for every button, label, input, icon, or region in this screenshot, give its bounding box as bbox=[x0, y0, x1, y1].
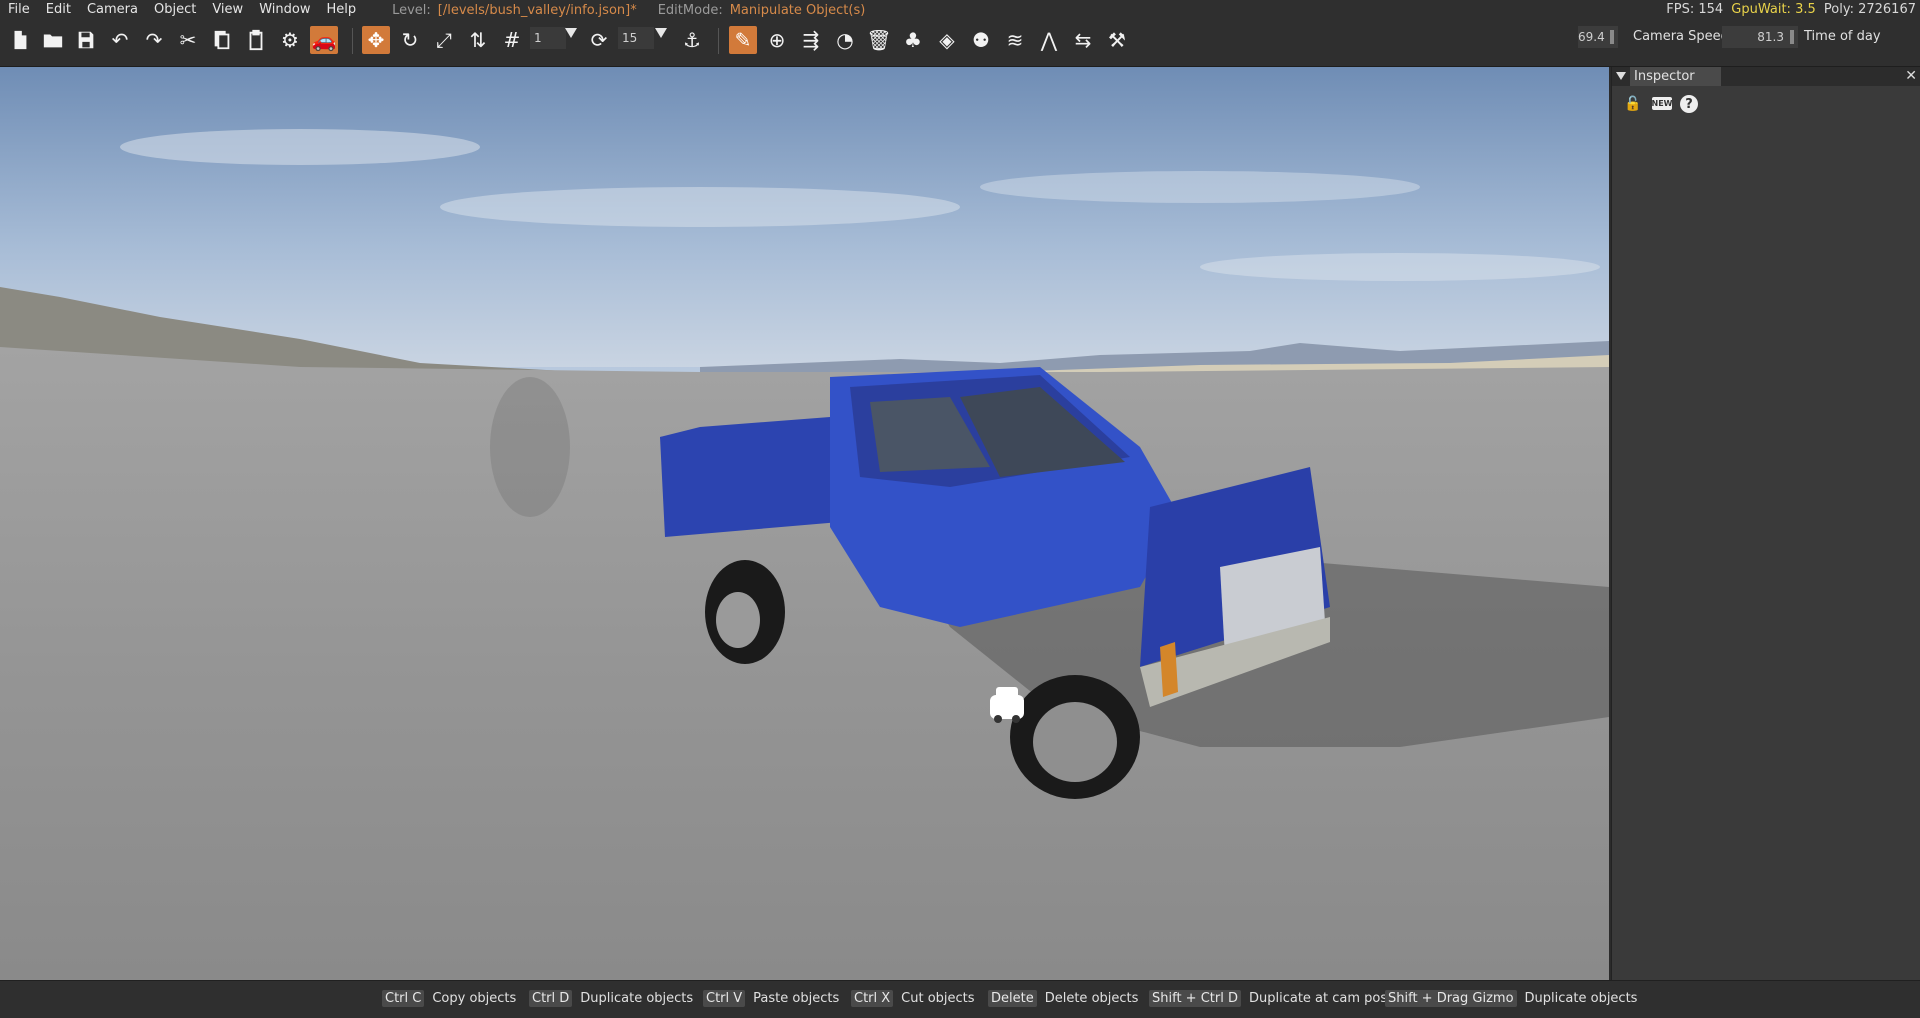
paste-icon[interactable] bbox=[242, 26, 270, 54]
menu-help[interactable]: Help bbox=[317, 0, 363, 20]
hint-copy: Ctrl C Copy objects bbox=[382, 990, 516, 1007]
terrain-layer-icon[interactable]: ◈ bbox=[933, 26, 961, 54]
grid-size-dropdown-icon[interactable] bbox=[565, 28, 577, 38]
river-editor-icon[interactable]: ≋ bbox=[1001, 26, 1029, 54]
rotate-step-dropdown-icon[interactable] bbox=[655, 28, 667, 38]
hint-drag-gizmo: Shift + Drag Gizmo Duplicate objects bbox=[1385, 990, 1637, 1007]
editmode-value: Manipulate Object(s) bbox=[729, 2, 866, 18]
hint-action: Duplicate at cam pos bbox=[1248, 991, 1388, 1006]
undo-icon[interactable]: ↶ bbox=[106, 26, 134, 54]
hint-duplicate-cam: Shift + Ctrl D Duplicate at cam pos bbox=[1149, 990, 1387, 1007]
scene-render bbox=[0, 67, 1609, 980]
cut-icon[interactable]: ✂ bbox=[174, 26, 202, 54]
inspector-tab[interactable]: Inspector bbox=[1630, 67, 1721, 86]
hint-action: Delete objects bbox=[1044, 991, 1139, 1006]
decal-editor-icon[interactable]: ◔ bbox=[831, 26, 859, 54]
delete-trash-icon[interactable]: 🗑 bbox=[865, 26, 893, 54]
hint-key: Ctrl V bbox=[703, 990, 746, 1007]
hint-key: Ctrl X bbox=[851, 990, 894, 1007]
inspector-tools: 🔓 NEW ? bbox=[1622, 93, 1698, 115]
hint-key: Shift + Drag Gizmo bbox=[1385, 990, 1517, 1007]
sketch-tool-icon[interactable]: ⚒ bbox=[1103, 26, 1131, 54]
rotate-snap-icon[interactable]: ⟳ bbox=[585, 26, 613, 54]
time-of-day-label: Time of day bbox=[1804, 29, 1881, 44]
camera-speed-slider[interactable]: 81.3 bbox=[1722, 26, 1798, 48]
fov-slider[interactable]: 69.4 bbox=[1578, 26, 1618, 48]
inspector-panel: Inspector ✕ 🔓 NEW ? bbox=[1611, 67, 1920, 980]
lock-icon[interactable]: 🔓 bbox=[1622, 93, 1644, 115]
scene-viewport[interactable] bbox=[0, 67, 1609, 980]
toolbar-separator bbox=[352, 28, 353, 54]
hint-key: Delete bbox=[988, 990, 1037, 1007]
grid-snap-icon[interactable]: # bbox=[498, 26, 526, 54]
poly-readout: Poly: 2726167 bbox=[1823, 2, 1916, 17]
translate-gizmo-icon[interactable]: ✥ bbox=[362, 26, 390, 54]
hint-delete: Delete Delete objects bbox=[988, 990, 1138, 1007]
road-editor-icon[interactable]: ⇶ bbox=[797, 26, 825, 54]
ai-path-icon[interactable]: ⚉ bbox=[967, 26, 995, 54]
inspector-header: Inspector ✕ bbox=[1612, 67, 1920, 86]
menu-edit[interactable]: Edit bbox=[37, 0, 78, 20]
menu-bar: File Edit Camera Object View Window Help… bbox=[0, 0, 1920, 20]
scale-gizmo-icon[interactable]: ⤢ bbox=[430, 26, 458, 54]
hint-key: Ctrl D bbox=[529, 990, 573, 1007]
menu-object[interactable]: Object bbox=[145, 0, 203, 20]
help-icon[interactable]: ? bbox=[1680, 95, 1698, 113]
hint-key: Shift + Ctrl D bbox=[1149, 990, 1241, 1007]
hint-duplicate: Ctrl D Duplicate objects bbox=[529, 990, 693, 1007]
hint-cut: Ctrl X Cut objects bbox=[851, 990, 975, 1007]
camera-speed-label: Camera Speed bbox=[1633, 29, 1729, 44]
toolbar: ↶ ↷ ✂ ⚙ 🚗 ✥ ↻ ⤢ ⇅ # 1 ⟳ 15 ⚓ ✎ ⊕ ⇶ ◔ 🗑 ♣… bbox=[0, 20, 1920, 67]
fps-readout: FPS: 154 bbox=[1666, 2, 1724, 17]
close-icon[interactable]: ✕ bbox=[1905, 67, 1917, 86]
editmode-label: EditMode: bbox=[657, 2, 723, 18]
redo-icon[interactable]: ↷ bbox=[140, 26, 168, 54]
performance-stats: FPS: 154 GpuWait: 3.5 Poly: 2726167 bbox=[1666, 0, 1920, 20]
hint-action: Paste objects bbox=[753, 991, 840, 1006]
new-file-icon[interactable] bbox=[6, 26, 34, 54]
menu-window[interactable]: Window bbox=[250, 0, 317, 20]
copy-icon[interactable] bbox=[208, 26, 236, 54]
add-object-icon[interactable]: ⊕ bbox=[763, 26, 791, 54]
settings-gear-icon[interactable]: ⚙ bbox=[276, 26, 304, 54]
panel-dropdown-icon[interactable] bbox=[1616, 72, 1626, 80]
hint-action: Copy objects bbox=[432, 991, 517, 1006]
rotate-step-input[interactable]: 15 bbox=[618, 27, 654, 49]
navgraph-icon[interactable]: ⇆ bbox=[1069, 26, 1097, 54]
hint-action: Duplicate objects bbox=[1524, 991, 1638, 1006]
world-local-axis-icon[interactable]: ⇅ bbox=[464, 26, 492, 54]
hint-key: Ctrl C bbox=[382, 990, 425, 1007]
shortcut-hints-bar: Ctrl C Copy objects Ctrl D Duplicate obj… bbox=[0, 980, 1920, 1018]
menu-view[interactable]: View bbox=[203, 0, 250, 20]
open-folder-icon[interactable] bbox=[39, 26, 67, 54]
rotate-gizmo-icon[interactable]: ↻ bbox=[396, 26, 424, 54]
menu-file[interactable]: File bbox=[0, 0, 37, 20]
new-window-icon[interactable]: NEW bbox=[1652, 97, 1673, 110]
vehicle-mode-icon[interactable]: 🚗 bbox=[310, 26, 338, 54]
toolbar-separator bbox=[718, 28, 719, 54]
menu-camera[interactable]: Camera bbox=[78, 0, 145, 20]
hint-action: Duplicate objects bbox=[580, 991, 694, 1006]
forest-editor-icon[interactable]: ♣ bbox=[899, 26, 927, 54]
edit-pencil-icon[interactable]: ✎ bbox=[729, 26, 757, 54]
hint-paste: Ctrl V Paste objects bbox=[703, 990, 839, 1007]
grid-size-input[interactable]: 1 bbox=[530, 27, 566, 49]
level-path: [/levels/bush_valley/info.json]* bbox=[437, 2, 637, 18]
snap-to-terrain-icon[interactable]: ⚓ bbox=[678, 26, 706, 54]
save-icon[interactable] bbox=[72, 26, 100, 54]
level-label: Level: bbox=[392, 2, 431, 18]
gpuwait-readout: GpuWait: 3.5 bbox=[1731, 2, 1816, 17]
hint-action: Cut objects bbox=[901, 991, 975, 1006]
mesh-road-icon[interactable]: ⋀ bbox=[1035, 26, 1063, 54]
